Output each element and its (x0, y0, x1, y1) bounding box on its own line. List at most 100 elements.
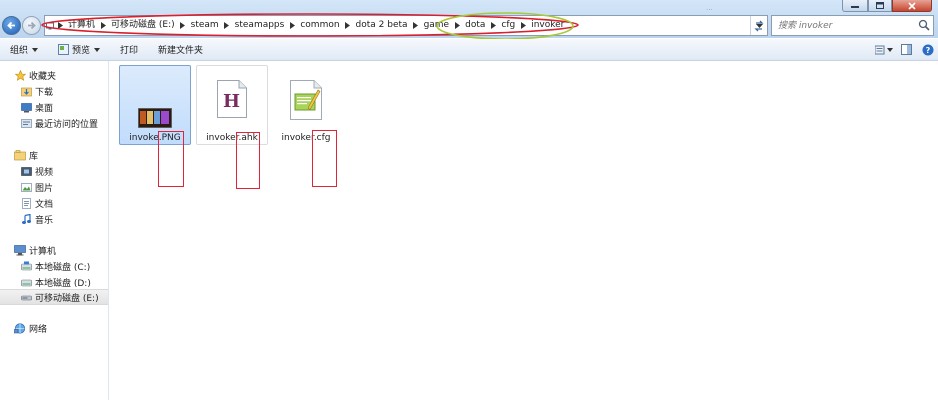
nav-item-label: 可移动磁盘 (E:) (35, 293, 99, 304)
chevron-down-icon (94, 47, 101, 52)
svg-text:H: H (223, 91, 240, 112)
title-address-bar: ... 计算机 可移动磁盘 (E:) steam steamapps commo… (0, 0, 938, 38)
drive-icon (20, 276, 32, 288)
organize-menu[interactable]: 组织 (0, 39, 48, 60)
print-button[interactable]: 打印 (110, 39, 148, 60)
video-icon (20, 165, 32, 177)
chevron-right-icon[interactable] (98, 16, 108, 35)
breadcrumb-dota-2-beta[interactable]: dota 2 beta (353, 16, 411, 35)
chevron-right-icon[interactable] (411, 16, 421, 35)
print-label: 打印 (120, 46, 139, 56)
file-name: invoke.PNG (129, 133, 181, 143)
nav-network[interactable]: 网络 (0, 320, 122, 336)
back-button[interactable] (2, 16, 21, 35)
nav-item-label: 音乐 (35, 215, 54, 226)
view-options-button[interactable] (874, 39, 894, 60)
cfg-file-icon (271, 66, 341, 132)
chevron-right-icon[interactable] (343, 16, 353, 35)
new-folder-button[interactable]: 新建文件夹 (148, 39, 213, 60)
recent-places-icon (20, 117, 32, 129)
help-button[interactable]: ? (918, 39, 938, 60)
toolbar-right-group: ? (872, 39, 938, 60)
nav-item-label: 下载 (35, 87, 54, 98)
breadcrumb-removable-disk[interactable]: 可移动磁盘 (E:) (108, 16, 178, 35)
drive-icon (20, 260, 32, 272)
nav-item-label: 最近访问的位置 (35, 119, 99, 130)
computer-icon (14, 244, 26, 256)
nav-libraries[interactable]: 库 (0, 147, 122, 163)
chevron-down-icon (32, 47, 39, 52)
organize-label: 组织 (10, 46, 29, 56)
minimize-icon (851, 5, 859, 8)
computer-root-icon[interactable] (45, 16, 55, 35)
file-name: invoker.ahk (206, 133, 258, 143)
preview-menu[interactable]: 预览 (48, 39, 110, 60)
search-box[interactable] (771, 15, 934, 36)
forward-button[interactable] (22, 16, 41, 35)
chevron-right-icon[interactable] (222, 16, 232, 35)
download-folder-icon (20, 85, 32, 97)
pictures-icon (20, 181, 32, 193)
minimize-button[interactable] (842, 0, 868, 12)
nav-favorites[interactable]: 收藏夹 (0, 67, 122, 83)
view-options-icon (875, 45, 893, 54)
nav-item-label: 视频 (35, 167, 54, 178)
chevron-right-icon[interactable] (452, 16, 462, 35)
command-bar: 组织 预览 打印 新建文件夹 ? (0, 39, 938, 61)
preview-pane-button[interactable] (896, 39, 916, 60)
nav-computer[interactable]: 计算机 (0, 242, 122, 258)
breadcrumb-invoker[interactable]: invoker (528, 16, 567, 35)
close-button[interactable] (892, 0, 932, 12)
navigation-pane: 收藏夹 下载 桌面 最近访问的位置 库 视频 图片 文档 音乐 计算机 本地磁盘… (0, 61, 109, 400)
chevron-right-icon[interactable] (518, 16, 528, 35)
maximize-button[interactable] (868, 0, 892, 12)
ghost-window-title: ... (706, 4, 713, 12)
window-controls (842, 0, 932, 12)
nav-network-label: 网络 (29, 324, 48, 335)
chevron-right-icon[interactable] (287, 16, 297, 35)
close-icon (908, 1, 916, 10)
chevron-right-icon[interactable] (488, 16, 498, 35)
file-item-invoker-cfg[interactable]: invoker.cfg (270, 65, 342, 145)
nav-item-label: 文档 (35, 199, 54, 210)
nav-item-label: 图片 (35, 183, 54, 194)
breadcrumb-steam[interactable]: steam (188, 16, 222, 35)
nav-libraries-label: 库 (29, 151, 39, 162)
arrow-right-icon (28, 21, 36, 30)
breadcrumb-computer[interactable]: 计算机 (65, 16, 98, 35)
star-icon (14, 69, 26, 81)
nav-item-removable-disk-e[interactable]: 可移动磁盘 (E:) (0, 289, 108, 305)
network-icon (14, 322, 26, 334)
search-icon[interactable] (918, 19, 930, 31)
refresh-button[interactable] (750, 16, 768, 35)
file-view: invoke.PNG H invoker.ahk invoker.cfg (109, 61, 938, 400)
png-image-thumbnail-icon (120, 66, 190, 132)
usb-drive-icon (20, 291, 32, 303)
breadcrumb-game[interactable]: game (421, 16, 453, 35)
maximize-icon (876, 2, 884, 9)
address-bar[interactable]: 计算机 可移动磁盘 (E:) steam steamapps common do… (44, 15, 768, 36)
svg-text:?: ? (926, 46, 931, 55)
file-name: invoker.cfg (281, 133, 331, 143)
search-input[interactable] (772, 16, 924, 35)
nav-favorites-label: 收藏夹 (29, 71, 57, 82)
nav-item-label: 本地磁盘 (C:) (35, 262, 91, 273)
nav-computer-label: 计算机 (29, 246, 57, 257)
library-icon (14, 149, 26, 161)
breadcrumb-dota[interactable]: dota (462, 16, 488, 35)
chevron-right-icon[interactable] (55, 16, 65, 35)
preview-icon (58, 44, 70, 55)
breadcrumb-cfg[interactable]: cfg (498, 16, 518, 35)
documents-icon (20, 197, 32, 209)
desktop-icon (20, 101, 32, 113)
file-item-invoker-ahk[interactable]: H invoker.ahk (196, 65, 268, 145)
preview-label: 预览 (72, 46, 91, 56)
refresh-icon (754, 20, 764, 31)
preview-pane-icon (900, 44, 912, 55)
file-item-invoke-png[interactable]: invoke.PNG (119, 65, 191, 145)
breadcrumb-steamapps[interactable]: steamapps (232, 16, 288, 35)
new-folder-label: 新建文件夹 (158, 46, 204, 56)
breadcrumb: 计算机 可移动磁盘 (E:) steam steamapps common do… (45, 16, 567, 35)
breadcrumb-common[interactable]: common (297, 16, 342, 35)
chevron-right-icon[interactable] (178, 16, 188, 35)
